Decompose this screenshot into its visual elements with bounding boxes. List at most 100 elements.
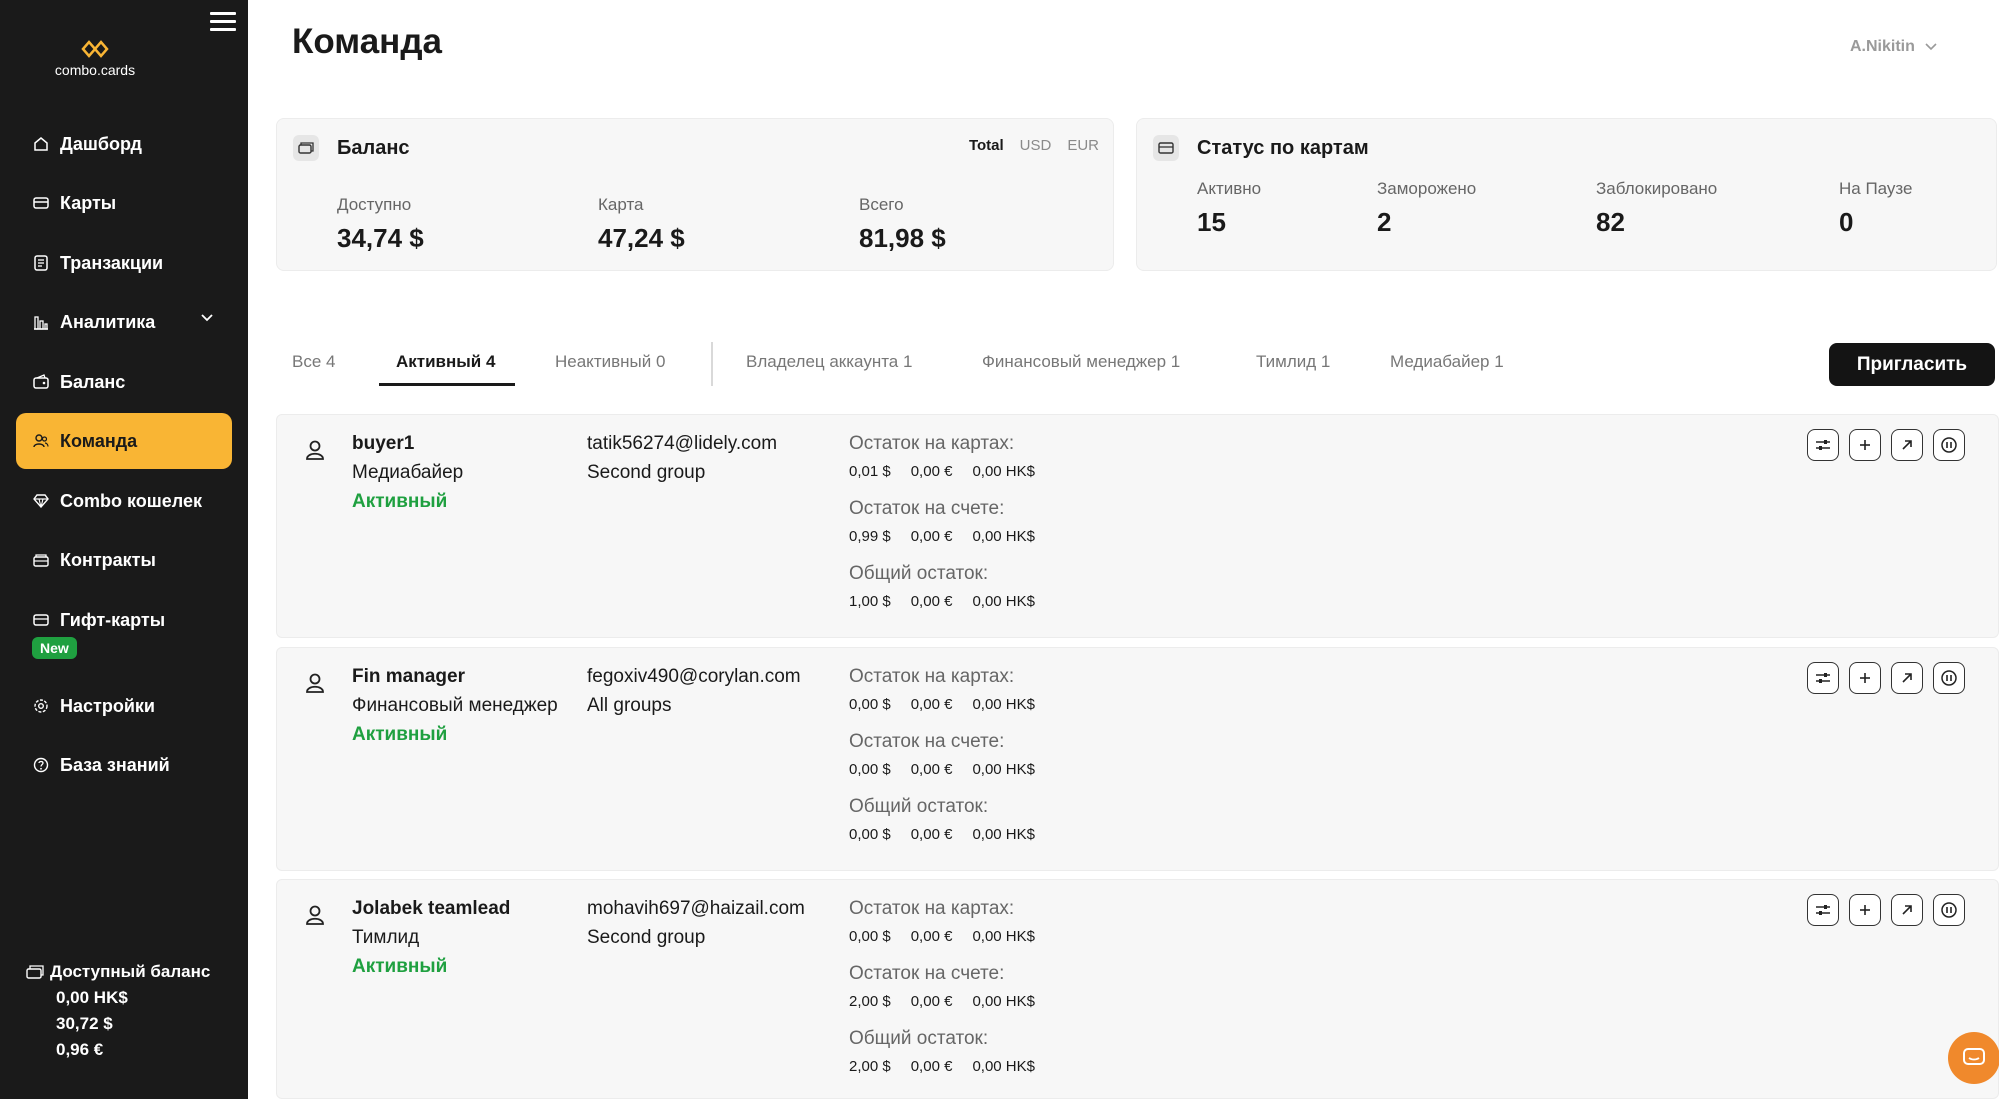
sidebar-item-team[interactable]: Команда [16, 413, 232, 469]
add-funds-button[interactable] [1849, 662, 1881, 694]
sidebar-item-label: Баланс [60, 371, 126, 392]
sidebar-item-dashboard[interactable]: Дашборд [16, 116, 232, 172]
sidebar-item-knowledge-base[interactable]: База знаний [16, 737, 232, 793]
member-actions [1807, 429, 1965, 461]
balance-hkd: 0,00 HK$ [972, 528, 1035, 545]
plus-icon [1858, 903, 1872, 917]
balance-hkd: 0,00 HK$ [972, 463, 1035, 480]
stat-label: Заблокировано [1596, 179, 1718, 198]
card-status-card: Статус по картам Активно 15 Заморожено 2… [1136, 118, 1997, 271]
filter-settings-icon [1815, 438, 1831, 452]
chevron-down-icon[interactable] [200, 313, 214, 323]
tab-all[interactable]: Все 4 [292, 352, 335, 372]
settings-button[interactable] [1807, 894, 1839, 926]
member-status: Активный [352, 491, 448, 512]
sidebar-item-settings[interactable]: Настройки [16, 678, 232, 734]
currency-tab-usd[interactable]: USD [1020, 137, 1052, 154]
tab-inactive[interactable]: Неактивный 0 [555, 352, 665, 372]
tab-teamlead[interactable]: Тимлид 1 [1256, 352, 1330, 372]
balance-card-title: Баланс [293, 135, 410, 161]
menu-icon[interactable] [210, 12, 236, 34]
balance-eur: 0,00 € [910, 528, 953, 545]
gear-icon [32, 697, 50, 715]
pause-button[interactable] [1933, 894, 1965, 926]
member-role: Медиабайер [352, 462, 464, 483]
sidebar-item-label: Дашборд [60, 133, 142, 154]
logo-icon [81, 40, 109, 58]
balance-label-total: Общий остаток: [849, 563, 989, 584]
member-group: All groups [587, 695, 672, 716]
plus-icon [1858, 438, 1872, 452]
balance-eur: 0,00 € [910, 463, 953, 480]
member-row[interactable]: buyer1 Медиабайер Активный tatik56274@lidel… [276, 414, 1999, 638]
tab-active[interactable]: Активный 4 [396, 352, 495, 372]
settings-button[interactable] [1807, 662, 1839, 694]
balance-usd: 0,00 $ [849, 928, 891, 945]
new-badge: New [32, 637, 77, 659]
currency-tab-eur[interactable]: EUR [1067, 137, 1099, 154]
card-status-title: Статус по картам [1153, 135, 1369, 161]
tab-mediabuyer[interactable]: Медиабайер 1 [1390, 352, 1504, 372]
sidebar-item-transactions[interactable]: Транзакции [16, 235, 232, 291]
balance-usd: 2,00 $ [849, 1058, 891, 1075]
member-name: Fin manager [352, 666, 465, 687]
pause-button[interactable] [1933, 662, 1965, 694]
add-funds-button[interactable] [1849, 894, 1881, 926]
settings-button[interactable] [1807, 429, 1839, 461]
sidebar-item-analytics[interactable]: Аналитика [16, 294, 232, 350]
tab-account-owner[interactable]: Владелец аккаунта 1 [746, 352, 912, 372]
user-menu[interactable]: A.Nikitin [1850, 38, 1937, 56]
member-row[interactable]: Fin manager Финансовый менеджер Активный fe… [276, 647, 1999, 871]
pause-button[interactable] [1933, 429, 1965, 461]
sidebar-item-cards[interactable]: Карты [16, 175, 232, 231]
balance-label-total: Общий остаток: [849, 1028, 989, 1049]
arrow-up-right-icon [1900, 438, 1914, 452]
sidebar-item-balance[interactable]: Баланс [16, 354, 232, 410]
card-icon [32, 194, 50, 212]
stat-value: 47,24 $ [598, 223, 685, 253]
transfer-button[interactable] [1891, 894, 1923, 926]
balance-label-cards: Остаток на картах: [849, 666, 1015, 687]
logo[interactable]: combo.cards [30, 38, 160, 78]
available-balance-label: Доступный баланс [50, 962, 211, 981]
pause-icon [1940, 669, 1958, 687]
stat-value: 81,98 $ [859, 223, 946, 253]
member-role: Финансовый менеджер [352, 695, 558, 716]
member-group: Second group [587, 927, 706, 948]
member-status: Активный [352, 956, 448, 977]
balance-usd: 0,01 $ [849, 463, 891, 480]
transfer-button[interactable] [1891, 662, 1923, 694]
balance-hkd: 0,00 HK$ [972, 696, 1035, 713]
balance-label-account: Остаток на счете: [849, 963, 1005, 984]
stat-value: 0 [1839, 207, 1854, 237]
sidebar-item-contracts[interactable]: Контракты [16, 532, 232, 588]
available-balance-hkd: 0,00 HK$ [56, 988, 128, 1007]
available-balance: Доступный баланс 0,00 HK$ 30,72 $ 0,96 € [26, 962, 210, 1060]
plus-icon [1858, 671, 1872, 685]
card-icon [1153, 135, 1179, 161]
arrow-up-right-icon [1900, 903, 1914, 917]
available-balance-usd: 30,72 $ [56, 1014, 113, 1033]
home-icon [32, 135, 50, 153]
member-actions [1807, 894, 1965, 926]
balance-values-account: 0,99 $ 0,00 € 0,00 HK$ [849, 528, 1055, 545]
chat-button[interactable] [1948, 1032, 1999, 1084]
sidebar-item-combo-wallet[interactable]: Combo кошелек [16, 473, 232, 529]
balance-usd: 2,00 $ [849, 993, 891, 1010]
sidebar-item-label: Карты [60, 192, 117, 213]
currency-tab-total[interactable]: Total [969, 137, 1004, 154]
stat-label: На Паузе [1839, 179, 1913, 198]
member-email: tatik56274@lidely.com [587, 433, 778, 454]
stat-available: Доступно 34,74 $ [337, 195, 424, 254]
stat-label: Карта [598, 195, 644, 214]
balance-eur: 0,00 € [910, 593, 953, 610]
transfer-button[interactable] [1891, 429, 1923, 461]
stat-label: Доступно [337, 195, 412, 214]
stat-label: Активно [1197, 179, 1262, 198]
invite-button[interactable]: Пригласить [1829, 343, 1995, 386]
tab-finance-manager[interactable]: Финансовый менеджер 1 [982, 352, 1180, 372]
balance-card: Баланс Total USD EUR Доступно 34,74 $ Ка… [276, 118, 1114, 271]
stat-value: 34,74 $ [337, 223, 424, 253]
member-row[interactable]: Jolabek teamlead Тимлид Активный mohavih697… [276, 879, 1999, 1099]
add-funds-button[interactable] [1849, 429, 1881, 461]
